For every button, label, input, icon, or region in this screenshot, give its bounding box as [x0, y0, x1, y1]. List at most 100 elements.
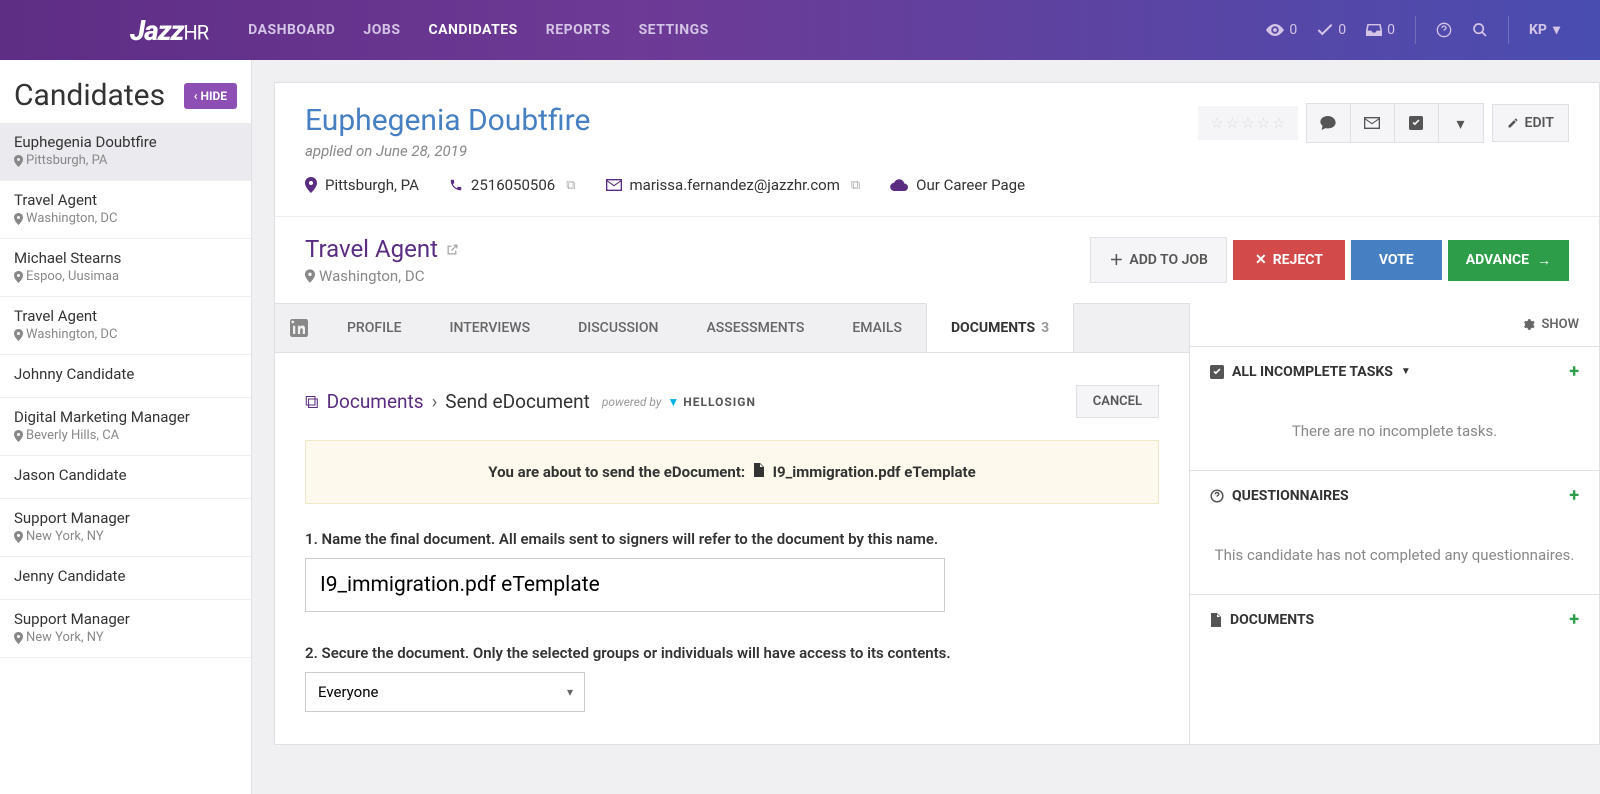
- nav-divider: [1415, 16, 1416, 44]
- security-select[interactable]: Everyone: [305, 672, 585, 712]
- add-task-button[interactable]: +: [1569, 361, 1579, 382]
- tab-assessments[interactable]: ASSESSMENTS: [682, 304, 828, 352]
- envelope-icon: [606, 179, 622, 191]
- nav-divider: [1508, 16, 1509, 44]
- phone-item: 2516050506 ⧉: [449, 176, 576, 194]
- action-button-group: ▾: [1306, 103, 1484, 143]
- candidate-item[interactable]: Support ManagerNew York, NY: [0, 600, 251, 658]
- task-button[interactable]: [1395, 104, 1439, 142]
- candidate-item-location: New York, NY: [14, 529, 237, 544]
- candidate-item-location: Espoo, Uusimaa: [14, 269, 237, 284]
- candidate-item[interactable]: Jason Candidate: [0, 456, 251, 499]
- show-toggle[interactable]: SHOW: [1190, 303, 1599, 346]
- candidate-item-name: Michael Stearns: [14, 249, 237, 267]
- tab-emails[interactable]: EMAILS: [828, 304, 926, 352]
- tab-bar: PROFILE INTERVIEWS DISCUSSION ASSESSMENT…: [275, 303, 1189, 353]
- nav-jobs[interactable]: JOBS: [363, 22, 400, 38]
- inbox-icon: [1366, 24, 1382, 36]
- tasks-panel-head[interactable]: ALL INCOMPLETE TASKS ▼ +: [1190, 347, 1599, 396]
- step2-label: 2. Secure the document. Only the selecte…: [305, 644, 1159, 662]
- main-content: Euphegenia Doubtfire applied on June 28,…: [252, 60, 1600, 794]
- nav-dashboard[interactable]: DASHBOARD: [248, 22, 335, 38]
- questionnaires-panel-head[interactable]: QUESTIONNAIRES +: [1190, 471, 1599, 520]
- advance-button[interactable]: ADVANCE →: [1448, 240, 1569, 281]
- breadcrumb: ⧉ Documents › Send eDocument: [305, 390, 590, 413]
- email-item: marissa.fernandez@jazzhr.com ⧉: [606, 176, 861, 194]
- candidate-item[interactable]: Johnny Candidate: [0, 355, 251, 398]
- candidate-item[interactable]: Travel AgentWashington, DC: [0, 181, 251, 239]
- reject-button[interactable]: ✕ REJECT: [1233, 240, 1345, 280]
- plus-icon: ＋: [1109, 250, 1123, 270]
- hide-sidebar-button[interactable]: ‹ HIDE: [184, 83, 237, 109]
- documents-panel: DOCUMENTS +: [1190, 594, 1599, 644]
- edit-button[interactable]: EDIT: [1492, 104, 1569, 142]
- check-icon: [1317, 24, 1333, 36]
- breadcrumb-documents[interactable]: Documents: [327, 390, 424, 413]
- step1-label: 1. Name the final document. All emails s…: [305, 530, 1159, 548]
- job-title[interactable]: Travel Agent: [305, 235, 459, 263]
- help-icon[interactable]: [1436, 22, 1452, 38]
- questionnaires-empty: This candidate has not completed any que…: [1190, 520, 1599, 594]
- powered-by: powered by ▼HELLOSIGN: [602, 395, 756, 409]
- checks-stat[interactable]: 0: [1317, 22, 1346, 38]
- envelope-icon: [1364, 117, 1380, 129]
- add-document-button[interactable]: +: [1569, 609, 1579, 630]
- cancel-button[interactable]: CANCEL: [1076, 385, 1159, 418]
- eye-icon: [1266, 24, 1284, 36]
- candidate-item-location: Beverly Hills, CA: [14, 428, 237, 443]
- caret-down-icon: ▼: [1401, 366, 1411, 377]
- candidate-item-name: Support Manager: [14, 610, 237, 628]
- tab-profile[interactable]: PROFILE: [323, 304, 426, 352]
- phone-icon: [449, 178, 463, 192]
- caret-down-icon: ▾: [1553, 22, 1560, 38]
- content-row: PROFILE INTERVIEWS DISCUSSION ASSESSMENT…: [275, 303, 1599, 744]
- candidate-item-location: Pittsburgh, PA: [14, 153, 237, 168]
- user-menu[interactable]: KP ▾: [1529, 22, 1560, 38]
- copy-icon[interactable]: ⧉: [851, 178, 860, 193]
- candidate-item-name: Support Manager: [14, 509, 237, 527]
- tab-documents[interactable]: DOCUMENTS3: [926, 303, 1074, 352]
- candidate-item[interactable]: Support Manager New York, NY: [0, 499, 251, 557]
- comment-button[interactable]: [1307, 104, 1351, 142]
- tab-interviews[interactable]: INTERVIEWS: [426, 304, 555, 352]
- document-name-input[interactable]: [305, 558, 945, 612]
- rating-stars[interactable]: ☆☆☆☆☆: [1198, 106, 1297, 140]
- sidebar-title: Candidates: [14, 78, 165, 113]
- more-actions-button[interactable]: ▾: [1439, 104, 1483, 142]
- file-icon: [1210, 613, 1222, 627]
- applied-date: applied on June 28, 2019: [305, 142, 590, 160]
- star-icon: ☆: [1257, 114, 1270, 132]
- logo[interactable]: JazzHR: [130, 14, 208, 47]
- documents-panel-head[interactable]: DOCUMENTS +: [1190, 595, 1599, 644]
- add-to-job-button[interactable]: ＋ ADD TO JOB: [1090, 237, 1227, 283]
- candidate-name[interactable]: Euphegenia Doubtfire: [305, 103, 590, 138]
- nav-reports[interactable]: REPORTS: [546, 22, 611, 38]
- breadcrumb-row: ⧉ Documents › Send eDocument powered by …: [305, 385, 1159, 418]
- nav-settings[interactable]: SETTINGS: [639, 22, 709, 38]
- tab-body: ⧉ Documents › Send eDocument powered by …: [275, 353, 1189, 744]
- linkedin-icon[interactable]: [275, 304, 323, 352]
- hellosign-logo: ▼HELLOSIGN: [667, 395, 756, 409]
- add-questionnaire-button[interactable]: +: [1569, 485, 1579, 506]
- location-item: Pittsburgh, PA: [305, 176, 419, 194]
- tabs-column: PROFILE INTERVIEWS DISCUSSION ASSESSMENT…: [275, 303, 1189, 744]
- candidate-item[interactable]: Travel AgentWashington, DC: [0, 297, 251, 355]
- candidate-item[interactable]: Digital Marketing ManagerBeverly Hills, …: [0, 398, 251, 456]
- tab-discussion[interactable]: DISCUSSION: [554, 304, 682, 352]
- star-icon: ☆: [1226, 114, 1239, 132]
- sidebar: Candidates ‹ HIDE Euphegenia DoubtfirePi…: [0, 60, 252, 794]
- nav-candidates[interactable]: CANDIDATES: [428, 22, 517, 38]
- search-icon[interactable]: [1472, 22, 1488, 38]
- candidate-item[interactable]: Euphegenia DoubtfirePittsburgh, PA: [0, 123, 251, 181]
- candidate-item[interactable]: Michael Stearns Espoo, Uusimaa: [0, 239, 251, 297]
- copy-icon[interactable]: ⧉: [566, 178, 575, 193]
- cloud-icon: [890, 179, 908, 191]
- candidate-item[interactable]: Jenny Candidate: [0, 557, 251, 600]
- map-pin-icon: [305, 177, 317, 193]
- inbox-stat[interactable]: 0: [1366, 22, 1395, 38]
- vote-button[interactable]: VOTE: [1351, 240, 1442, 280]
- nav-links: DASHBOARD JOBS CANDIDATES REPORTS SETTIN…: [248, 22, 709, 38]
- file-icon: [753, 463, 765, 481]
- views-stat[interactable]: 0: [1266, 22, 1297, 38]
- email-button[interactable]: [1351, 104, 1395, 142]
